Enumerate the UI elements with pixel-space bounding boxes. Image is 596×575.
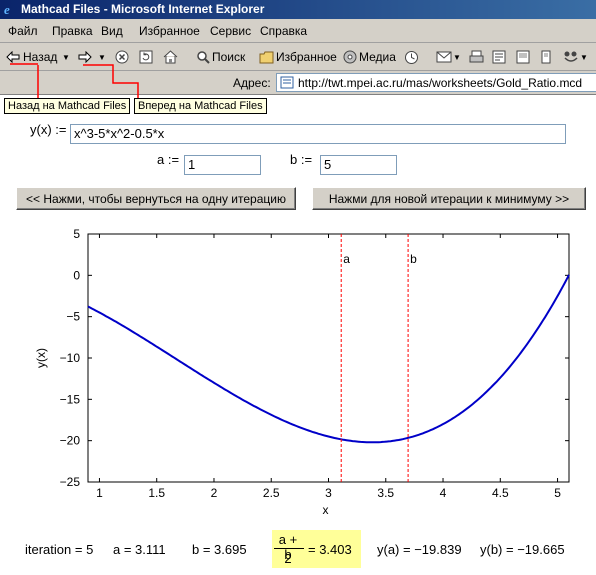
x-tick-label: 4 bbox=[440, 486, 447, 500]
iteration-result: iteration = 5 bbox=[25, 542, 94, 557]
y-tick-label: 0 bbox=[73, 268, 80, 282]
b-result: b = 3.695 bbox=[192, 542, 247, 557]
marker-b-label: b bbox=[410, 252, 417, 266]
forward-tooltip: Вперед на Mathcad Files bbox=[134, 98, 267, 114]
b-label: b := bbox=[290, 152, 313, 167]
fraction-bar bbox=[274, 548, 304, 549]
a-label: a := bbox=[157, 152, 180, 167]
back-tooltip: Назад на Mathcad Files bbox=[4, 98, 131, 114]
previous-iteration-button[interactable]: << Нажми, чтобы вернуться на одну итерац… bbox=[16, 187, 296, 210]
function-label: y(x) := bbox=[30, 122, 67, 137]
x-tick-label: 3 bbox=[325, 486, 332, 500]
x-tick-label: 2.5 bbox=[263, 486, 280, 500]
x-tick-label: 1.5 bbox=[148, 486, 165, 500]
midpoint-denominator: 2 bbox=[284, 551, 292, 566]
next-iteration-button[interactable]: Нажми для новой итерации к минимуму >> bbox=[312, 187, 586, 210]
x-tick-label: 4.5 bbox=[492, 486, 509, 500]
x-tick-label: 5 bbox=[554, 486, 561, 500]
x-tick-label: 3.5 bbox=[377, 486, 394, 500]
y-tick-label: −20 bbox=[60, 434, 81, 448]
y-tick-label: −25 bbox=[60, 475, 81, 489]
y-axis-label: y(x) bbox=[34, 348, 48, 368]
marker-a-label: a bbox=[343, 252, 350, 266]
x-tick-label: 1 bbox=[96, 486, 103, 500]
plot-frame bbox=[87, 233, 570, 483]
b-input[interactable]: 5 bbox=[320, 155, 397, 175]
a-result: a = 3.111 bbox=[113, 542, 166, 557]
function-input[interactable]: x^3-5*x^2-0.5*x bbox=[70, 124, 566, 144]
y-tick-label: −10 bbox=[60, 351, 81, 365]
y-tick-label: −15 bbox=[60, 392, 81, 406]
a-input[interactable]: 1 bbox=[184, 155, 261, 175]
forward-tooltip-connector bbox=[83, 64, 139, 98]
yb-result: y(b) = −19.665 bbox=[480, 542, 565, 557]
x-axis-label: x bbox=[323, 503, 329, 517]
x-tick-label: 2 bbox=[211, 486, 218, 500]
midpoint-value: = 3.403 bbox=[308, 542, 352, 557]
y-tick-label: −5 bbox=[66, 310, 80, 324]
function-plot: 1 1.5 2 2.5 3 3.5 4 4.5 5 5 0 −5 −10 −15 −20 −25 x y(x) a b bbox=[34, 227, 570, 517]
midpoint-result: a + b 2 = 3.403 bbox=[272, 530, 361, 568]
ya-result: y(a) = −19.839 bbox=[377, 542, 462, 557]
y-tick-label: 5 bbox=[73, 227, 80, 241]
